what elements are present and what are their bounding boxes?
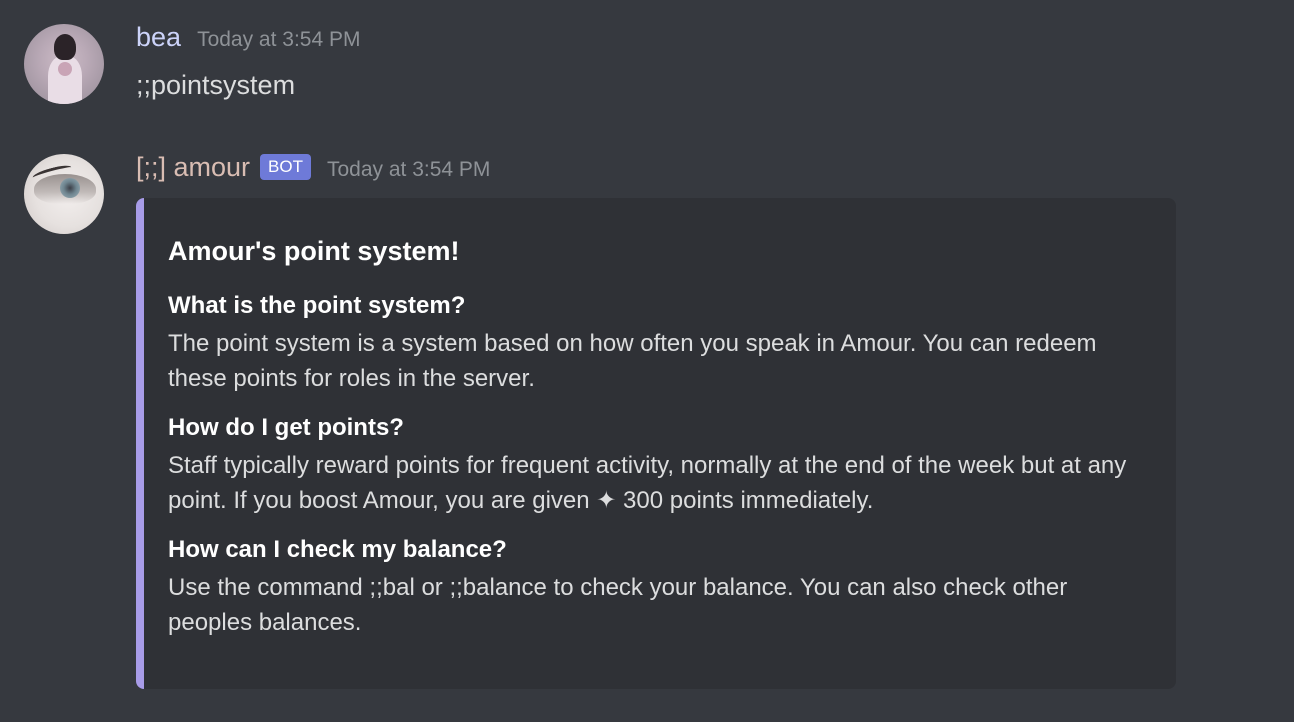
embed-field-name: What is the point system?	[168, 292, 466, 319]
avatar-figure-head	[54, 34, 76, 60]
avatar[interactable]	[24, 154, 104, 234]
bot-badge: BOT	[260, 154, 311, 180]
embed-field: How do I get points? Staff typically rew…	[168, 412, 1146, 518]
message-timestamp[interactable]: Today at 3:54 PM	[197, 28, 360, 52]
avatar[interactable]	[24, 24, 104, 104]
author-username[interactable]: [;;] amour	[136, 152, 250, 183]
embed-accent-bar	[136, 198, 144, 689]
message-embed: Amour's point system! What is the point …	[136, 198, 1176, 689]
embed-body: Amour's point system! What is the point …	[168, 234, 1146, 656]
embed-field-value: Staff typically reward points for freque…	[168, 452, 1127, 514]
embed-field-value: Use the command ;;bal or ;;balance to ch…	[168, 574, 1068, 636]
message-header: bea Today at 3:54 PM	[136, 22, 361, 58]
avatar-figure-hand	[58, 62, 72, 76]
embed-title: Amour's point system!	[168, 236, 460, 266]
embed-field-name: How do I get points?	[168, 414, 404, 441]
embed-field: What is the point system? The point syst…	[168, 290, 1146, 396]
avatar-eye-iris	[60, 178, 80, 198]
message-content: ;;pointsystem	[136, 70, 296, 100]
message-timestamp[interactable]: Today at 3:54 PM	[327, 158, 490, 182]
embed-field-name: How can I check my balance?	[168, 536, 507, 563]
chat-message-list: bea Today at 3:54 PM ;;pointsystem [;;] …	[0, 0, 1294, 722]
embed-field: How can I check my balance? Use the comm…	[168, 534, 1146, 640]
embed-field-value: The point system is a system based on ho…	[168, 330, 1097, 392]
author-username[interactable]: bea	[136, 22, 181, 53]
message-header: [;;] amour BOT Today at 3:54 PM	[136, 152, 490, 188]
